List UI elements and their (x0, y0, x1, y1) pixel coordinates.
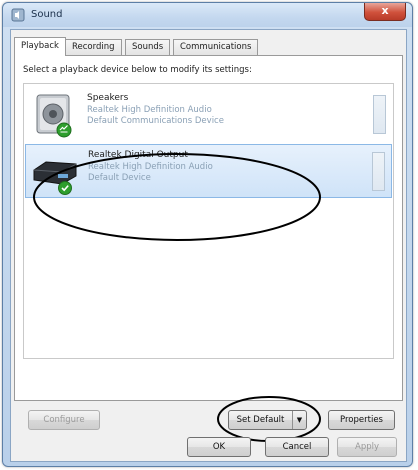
ok-button[interactable]: OK (187, 437, 251, 457)
button-label: OK (212, 442, 226, 452)
properties-button[interactable]: Properties (328, 410, 395, 430)
tab-playback[interactable]: Playback (14, 37, 66, 56)
button-label: Cancel (282, 442, 312, 452)
device-status: Default Communications Device (87, 116, 224, 126)
volume-level-meter (372, 152, 385, 191)
button-label: Set Default (236, 415, 285, 425)
volume-level-meter (373, 95, 386, 134)
device-name: Realtek Digital Output (88, 150, 188, 160)
tab-label: Playback (21, 41, 59, 51)
cancel-button[interactable]: Cancel (265, 437, 329, 457)
set-default-button[interactable]: Set Default ▼ (228, 410, 307, 430)
sound-app-icon (11, 8, 25, 22)
configure-button[interactable]: Configure (28, 410, 100, 430)
tab-sounds[interactable]: Sounds (125, 39, 171, 55)
device-driver: Realtek High Definition Audio (88, 162, 213, 172)
window-title: Sound (31, 9, 63, 20)
digital-output-icon (33, 161, 77, 195)
close-icon: x (381, 4, 389, 17)
speaker-icon (36, 94, 72, 138)
title-bar[interactable]: Sound x (3, 3, 412, 27)
device-driver: Realtek High Definition Audio (87, 105, 212, 115)
device-item-realtek-digital-output[interactable]: Realtek Digital Output Realtek High Defi… (25, 144, 392, 198)
device-list[interactable]: Speakers Realtek High Definition Audio D… (23, 83, 394, 359)
button-label: Configure (43, 415, 85, 425)
chevron-down-icon[interactable]: ▼ (292, 411, 306, 429)
sound-dialog-window: Sound x Playback Recording Sounds Commun… (2, 2, 413, 467)
device-status: Default Device (88, 173, 151, 183)
device-item-speakers[interactable]: Speakers Realtek High Definition Audio D… (25, 88, 392, 142)
tab-label: Sounds (132, 42, 164, 52)
device-name: Speakers (87, 93, 129, 103)
tab-recording[interactable]: Recording (65, 39, 122, 55)
tab-communications[interactable]: Communications (173, 39, 259, 55)
tab-label: Recording (72, 42, 115, 52)
apply-button[interactable]: Apply (337, 437, 397, 457)
button-label: Apply (355, 442, 379, 452)
playback-panel: Select a playback device below to modify… (14, 55, 403, 401)
instruction-text: Select a playback device below to modify… (23, 65, 252, 75)
close-button[interactable]: x (364, 3, 406, 21)
dialog-client-area: Playback Recording Sounds Communications… (10, 29, 407, 462)
tab-label: Communications (180, 42, 252, 52)
button-label: Properties (340, 415, 383, 425)
